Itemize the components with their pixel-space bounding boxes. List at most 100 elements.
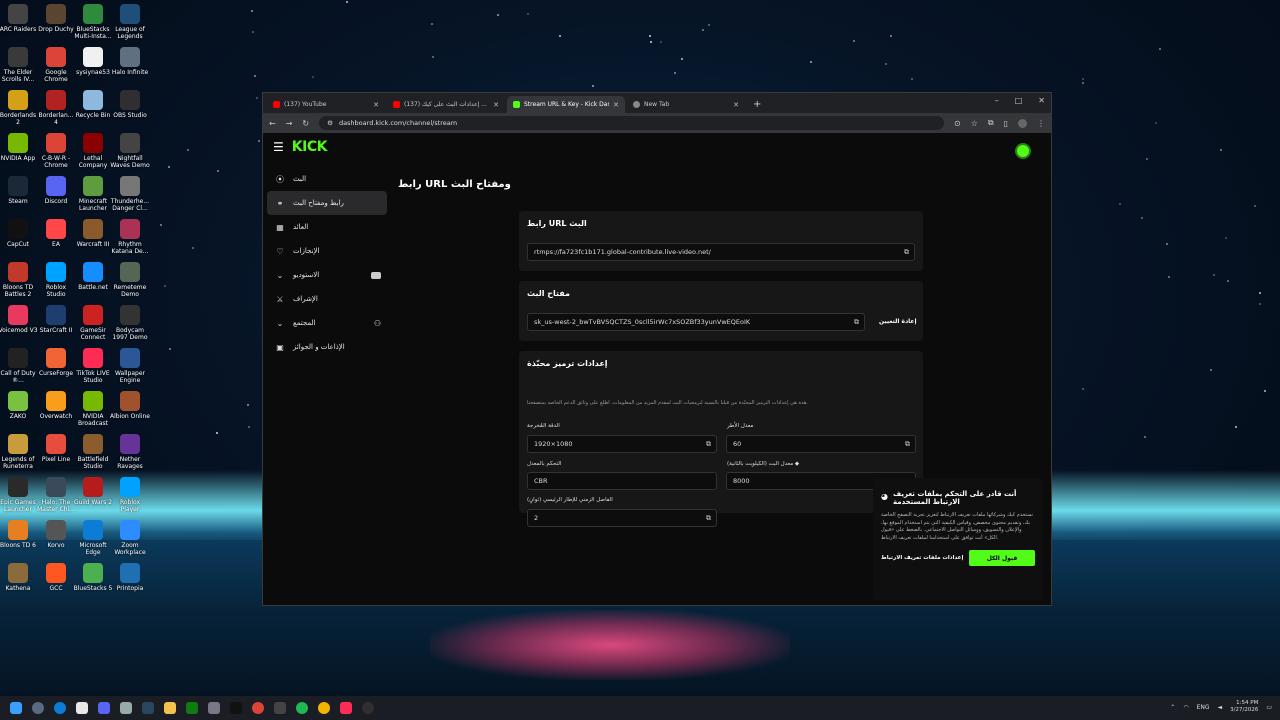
desktop-icon[interactable]: Albion Online — [110, 391, 150, 420]
desktop-icon[interactable]: GCC — [36, 563, 76, 592]
desktop-icon[interactable]: Warcraft III — [73, 219, 113, 248]
desktop-icon[interactable]: ZAKO — [0, 391, 38, 420]
chevron-up-icon[interactable]: ⌃ — [1170, 704, 1175, 711]
settings-icon[interactable] — [120, 702, 132, 714]
sidepanel-icon[interactable]: ▯ — [1004, 119, 1008, 128]
desktop-icon[interactable]: OBS Studio — [110, 90, 150, 119]
desktop-icon[interactable]: Zoom Workplace — [110, 520, 150, 556]
close-tab-icon[interactable]: ✕ — [373, 101, 379, 109]
nav-item-drops-rewards[interactable]: ▣ الإذاعات و الجوائز — [267, 335, 387, 359]
hamburger-icon[interactable]: ☰ — [273, 140, 284, 154]
menu-icon[interactable]: ⋮ — [1037, 119, 1045, 128]
desktop-icon[interactable]: Battlefield Studio — [73, 434, 113, 470]
desktop-icon[interactable]: StarCraft II — [36, 305, 76, 334]
desktop-icon[interactable]: Bloons TD 6 — [0, 520, 38, 549]
desktop-icon[interactable]: Call of Duty ®... — [0, 348, 38, 384]
stream-key-field[interactable]: sk_us-west-2_bwTvBVSQCTZS_0scll5irWc7xSO… — [527, 313, 865, 331]
rate-control-field[interactable]: CBR — [527, 472, 717, 490]
desktop-icon[interactable]: Drop Duchy — [36, 4, 76, 33]
desktop-icon[interactable]: Halo: The Master Chi... — [36, 477, 76, 513]
desktop-icon[interactable]: ARC Raiders — [0, 4, 38, 33]
clock[interactable]: 1:54 PM 3/27/2026 — [1230, 700, 1258, 714]
close-tab-icon[interactable]: ✕ — [613, 101, 619, 109]
nav-item-community[interactable]: ⌄ المجتمع ⚇ — [267, 311, 387, 335]
extension-icon[interactable]: ⊙ — [954, 119, 961, 128]
nav-item-moderation[interactable]: ⚔ الإشراف — [267, 287, 387, 311]
desktop-icon[interactable]: Printopia — [110, 563, 150, 592]
desktop-icon[interactable]: The Elder Scrolls IV... — [0, 47, 38, 83]
desktop-icon[interactable]: BlueStacks 5 — [73, 563, 113, 592]
tiktok-icon[interactable] — [230, 702, 242, 714]
framerate-field[interactable]: 60 ⧉ — [726, 435, 916, 453]
desktop-icon[interactable]: Lethal Company — [73, 133, 113, 169]
copy-icon[interactable]: ⧉ — [904, 248, 909, 257]
bookmark-star-icon[interactable]: ☆ — [971, 119, 978, 128]
desktop-icon[interactable]: Roblox Player — [110, 477, 150, 513]
nav-item-studio[interactable]: ⌄ الاستوديو — [267, 263, 387, 287]
desktop-icon[interactable]: sysiynae53 — [73, 47, 113, 76]
edge-icon[interactable] — [54, 702, 66, 714]
url-field[interactable]: ⚙ dashboard.kick.com/channel/stream — [319, 116, 944, 130]
copy-icon[interactable]: ⧉ — [706, 440, 711, 449]
desktop-icon[interactable]: League of Legends — [110, 4, 150, 40]
accept-all-button[interactable]: قبول الكل — [969, 550, 1035, 566]
kick-logo[interactable]: KICK — [292, 139, 328, 155]
extensions-puzzle-icon[interactable]: ⧉ — [988, 118, 994, 128]
desktop-icon[interactable]: Epic Games Launcher — [0, 477, 38, 513]
chrome-icon[interactable] — [252, 702, 264, 714]
chrome-alt-icon[interactable] — [318, 702, 330, 714]
desktop-icon[interactable]: Guild Wars 2 — [73, 477, 113, 506]
start-icon[interactable] — [10, 702, 22, 714]
desktop-icon[interactable]: Halo Infinite — [110, 47, 150, 76]
minimize-button[interactable]: – — [995, 96, 999, 105]
desktop-icon[interactable]: BlueStacks Multi-Insta... — [73, 4, 113, 40]
desktop-icon[interactable]: Borderlands 2 — [0, 90, 38, 126]
lang-indicator[interactable]: ENG — [1197, 704, 1210, 711]
desktop-icon[interactable]: Korvo — [36, 520, 76, 549]
tab-kick-stream[interactable]: Stream URL & Key - Kick Dashl... ✕ — [507, 96, 625, 113]
desktop-icon[interactable]: Nether Ravages — [110, 434, 150, 470]
copy-icon[interactable]: ⧉ — [706, 514, 711, 523]
back-icon[interactable]: ← — [269, 119, 276, 128]
desktop-icon[interactable]: Pixel Line — [36, 434, 76, 463]
store-icon[interactable] — [76, 702, 88, 714]
app-icon[interactable] — [274, 702, 286, 714]
copy-icon[interactable]: ⧉ — [905, 440, 910, 449]
desktop-icon[interactable]: NVIDIA Broadcast — [73, 391, 113, 427]
volume-icon[interactable]: ◄ — [1218, 704, 1223, 711]
search-icon[interactable] — [32, 702, 44, 714]
wifi-icon[interactable]: ◠ — [1183, 704, 1188, 711]
nav-item-achievements[interactable]: ♡ الإنجازات — [267, 239, 387, 263]
desktop-icon[interactable]: Voicemod V3 — [0, 305, 38, 334]
desktop-icon[interactable]: Bodycam 1997 Demo — [110, 305, 150, 341]
user-avatar[interactable] — [1015, 143, 1031, 159]
nav-item-stream-url-key[interactable]: ⚭ رابط ومفتاح البث — [267, 191, 387, 215]
reload-icon[interactable]: ↻ — [302, 119, 309, 128]
desktop-icon[interactable]: Legends of Runeterra — [0, 434, 38, 470]
desktop-icon[interactable]: GameSir Connect — [73, 305, 113, 341]
desktop-icon[interactable]: C-B-W-R - Chrome — [36, 133, 76, 169]
stream-url-field[interactable]: rtmps://fa723fc1b171.global-contribute.l… — [527, 243, 915, 261]
desktop-icon[interactable]: Thunderhe... Danger Cl... — [110, 176, 150, 212]
obs-icon[interactable] — [362, 702, 374, 714]
desktop-icon[interactable]: Recycle Bin — [73, 90, 113, 119]
desktop-icon[interactable]: Minecraft Launcher — [73, 176, 113, 212]
tab-new-tab[interactable]: New Tab ✕ — [627, 96, 745, 113]
desktop-icon[interactable]: Rhythm Katana De... — [110, 219, 150, 255]
maximize-button[interactable]: □ — [1015, 96, 1023, 105]
copy-icon[interactable]: ⧉ — [854, 318, 859, 327]
close-tab-icon[interactable]: ✕ — [493, 101, 499, 109]
desktop-icon[interactable]: Remeteme Demo — [110, 262, 150, 298]
site-info-icon[interactable]: ⚙ — [327, 119, 333, 127]
notification-icon[interactable]: ▭ — [1266, 704, 1272, 711]
forward-icon[interactable]: → — [286, 119, 293, 128]
profile-avatar[interactable] — [1018, 118, 1027, 128]
new-tab-button[interactable]: + — [753, 99, 761, 110]
desktop-icon[interactable]: Borderlan... 4 — [36, 90, 76, 126]
steam-icon[interactable] — [142, 702, 154, 714]
tab-youtube[interactable]: (137) YouTube ✕ — [267, 96, 385, 113]
gear-icon[interactable] — [208, 702, 220, 714]
spotify-icon[interactable] — [296, 702, 308, 714]
tab-youtube-kick[interactable]: (137) إعدادات البث على كيك ... ✕ — [387, 96, 505, 113]
desktop-icon[interactable]: Bloons TD Battles 2 — [0, 262, 38, 298]
